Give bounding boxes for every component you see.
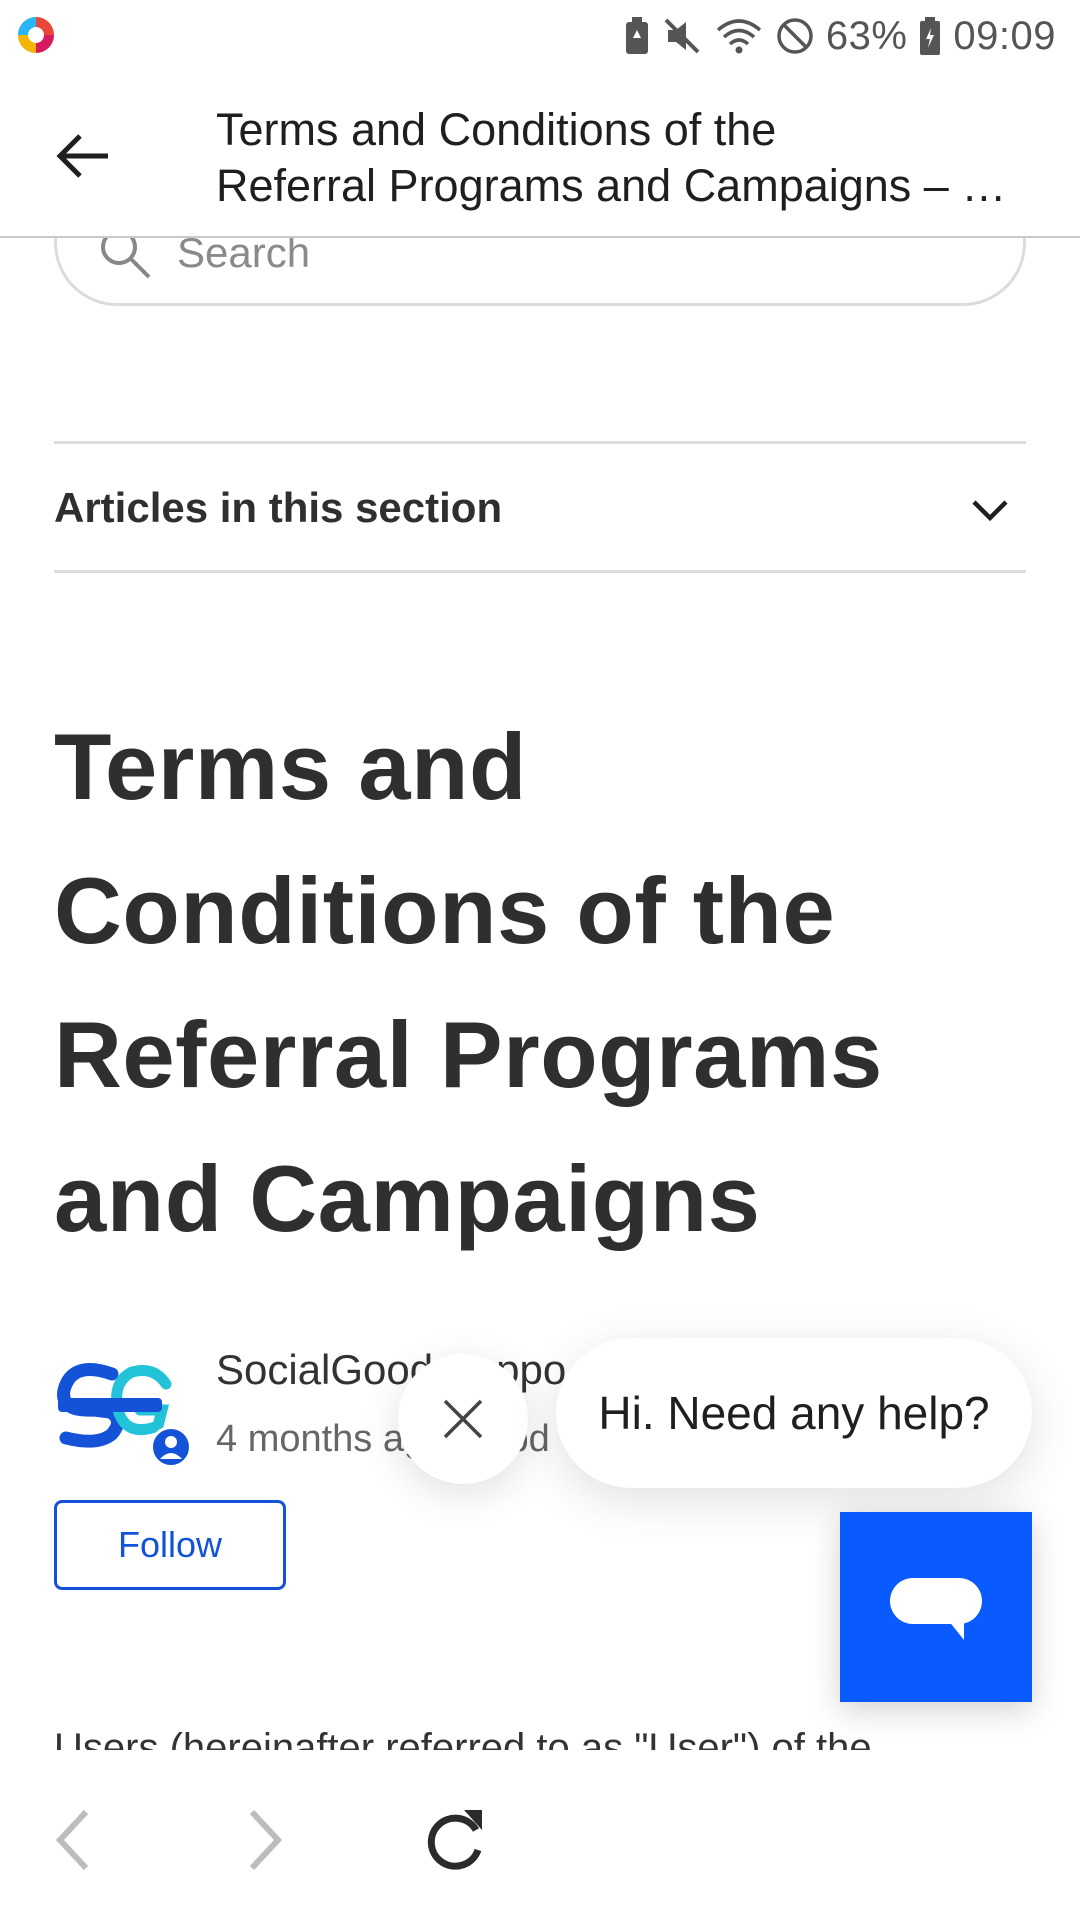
chat-greeting-bubble[interactable]: Hi. Need any help?	[556, 1338, 1032, 1488]
browser-bottom-bar	[0, 1750, 1080, 1920]
status-bar: 63% 09:09	[0, 0, 1080, 72]
chat-launcher-button[interactable]	[840, 1512, 1032, 1702]
battery-icon	[920, 17, 941, 55]
page-title-line1: Terms and Conditions of the	[216, 104, 777, 155]
app-logo-icon	[18, 17, 54, 53]
chevron-down-icon	[972, 500, 1008, 522]
articles-in-section-label: Articles in this section	[54, 484, 503, 531]
forward-chevron-icon[interactable]	[224, 1800, 304, 1880]
refresh-icon[interactable]	[416, 1800, 496, 1880]
article-body: Users (hereinafter referred to as "User"…	[54, 1726, 872, 1752]
user-badge-icon	[150, 1426, 192, 1468]
close-icon	[443, 1399, 483, 1439]
chat-icon	[890, 1578, 982, 1640]
wifi-icon	[716, 19, 761, 54]
battery-saver-icon	[625, 17, 648, 54]
chat-greeting-text: Hi. Need any help?	[598, 1387, 990, 1439]
back-chevron-icon[interactable]	[34, 1800, 114, 1880]
app-toolbar: Terms and Conditions of the Referral Pro…	[0, 72, 1080, 238]
back-arrow-icon[interactable]	[52, 124, 116, 188]
follow-button[interactable]: Follow	[54, 1500, 286, 1590]
do-not-disturb-icon	[777, 18, 813, 54]
clock: 09:09	[953, 13, 1056, 58]
article-title: Terms and Conditions of the Referral Pro…	[54, 714, 883, 1251]
mute-icon	[664, 18, 700, 54]
page-title-line2: Referral Programs and Campaigns – …	[216, 160, 1007, 211]
page-title: Terms and Conditions of the Referral Pro…	[216, 102, 1036, 214]
battery-percent: 63%	[825, 13, 908, 58]
articles-in-section-toggle[interactable]: Articles in this section	[54, 441, 1026, 573]
chat-close-button[interactable]	[398, 1354, 528, 1484]
